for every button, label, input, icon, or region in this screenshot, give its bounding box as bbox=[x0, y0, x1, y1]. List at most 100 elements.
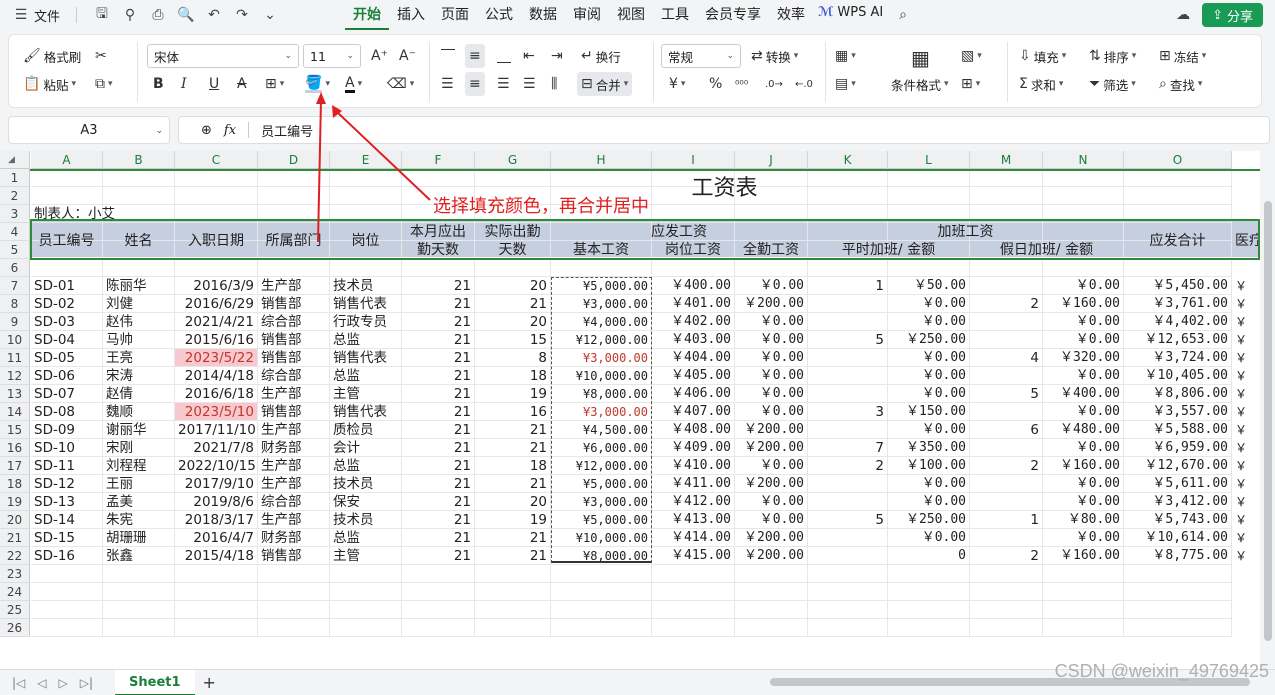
row-header[interactable]: 3 bbox=[0, 205, 30, 223]
row-header[interactable]: 11 bbox=[0, 349, 30, 367]
underline-button[interactable]: U bbox=[209, 72, 219, 96]
row-header[interactable]: 23 bbox=[0, 565, 30, 583]
paste-button[interactable]: 📋 粘贴 ▾ bbox=[23, 72, 76, 96]
undo-icon[interactable]: ↶ bbox=[205, 6, 223, 24]
grid-cell[interactable] bbox=[1124, 259, 1232, 277]
grid-cell[interactable] bbox=[475, 601, 551, 619]
row-header[interactable]: 12 bbox=[0, 367, 30, 385]
column-header[interactable]: K bbox=[808, 151, 888, 169]
decrease-decimal-button[interactable]: ←.0 bbox=[795, 72, 813, 96]
grid-cell[interactable] bbox=[1043, 565, 1124, 583]
grid-cell[interactable] bbox=[258, 259, 330, 277]
grid-cell[interactable] bbox=[1043, 259, 1124, 277]
next-sheet-icon[interactable]: ▷ bbox=[59, 676, 68, 690]
grid-cell[interactable] bbox=[888, 583, 970, 601]
row-header[interactable]: 13 bbox=[0, 385, 30, 403]
print-preview-icon[interactable]: 🔍 bbox=[177, 6, 195, 24]
row-header[interactable]: 18 bbox=[0, 475, 30, 493]
grid-cell[interactable] bbox=[888, 259, 970, 277]
column-header[interactable]: A bbox=[31, 151, 103, 169]
more-chevron-icon[interactable]: ⌄ bbox=[261, 6, 279, 24]
row-header[interactable]: 22 bbox=[0, 547, 30, 565]
column-header[interactable]: G bbox=[475, 151, 551, 169]
row-header[interactable]: 9 bbox=[0, 313, 30, 331]
file-menu[interactable]: ☰ 文件 bbox=[12, 6, 60, 25]
grid-cell[interactable] bbox=[258, 583, 330, 601]
grid-cell[interactable] bbox=[258, 619, 330, 637]
tab-0[interactable]: 开始 bbox=[345, 0, 389, 30]
fill-button[interactable]: ⇩ 填充 ▾ bbox=[1019, 44, 1066, 68]
grid-cell[interactable] bbox=[475, 583, 551, 601]
grid-cell[interactable] bbox=[1124, 583, 1232, 601]
grid-cell[interactable] bbox=[330, 565, 402, 583]
row-header[interactable]: 5 bbox=[0, 241, 30, 259]
grid-cell[interactable] bbox=[330, 601, 402, 619]
cloud-upload-icon[interactable]: ☁ bbox=[1174, 6, 1192, 24]
column-header[interactable]: I bbox=[652, 151, 735, 169]
column-header[interactable]: M bbox=[970, 151, 1043, 169]
grid-cell[interactable] bbox=[1043, 583, 1124, 601]
grid-cell[interactable] bbox=[175, 619, 258, 637]
increase-decimal-button[interactable]: .0→ bbox=[765, 72, 783, 96]
grid-cell[interactable] bbox=[970, 583, 1043, 601]
tab-4[interactable]: 数据 bbox=[521, 0, 565, 30]
grid-cell[interactable] bbox=[888, 619, 970, 637]
thousands-button[interactable]: ⁰⁰⁰ bbox=[735, 72, 748, 96]
search-icon[interactable]: ⌕ bbox=[894, 6, 912, 24]
redo-icon[interactable]: ↷ bbox=[233, 6, 251, 24]
grid-cell[interactable] bbox=[402, 259, 475, 277]
grid-cell[interactable] bbox=[551, 583, 652, 601]
grid-cell[interactable] bbox=[652, 583, 735, 601]
grid-cell[interactable] bbox=[970, 601, 1043, 619]
fill-color-button[interactable]: 🪣 ▾ bbox=[305, 72, 330, 96]
align-bottom-button[interactable]: ⎽ bbox=[497, 44, 511, 68]
vertical-scrollbar[interactable] bbox=[1261, 151, 1275, 669]
row-header[interactable]: 4 bbox=[0, 223, 30, 241]
distributed-button[interactable]: ⫼ bbox=[551, 72, 557, 96]
grid-cell[interactable] bbox=[735, 619, 808, 637]
align-right-button[interactable]: ☰ bbox=[497, 72, 510, 96]
border-button[interactable]: ⊞ ▾ bbox=[265, 72, 284, 96]
grid-cell[interactable] bbox=[970, 259, 1043, 277]
column-header[interactable]: O bbox=[1124, 151, 1232, 169]
column-header[interactable]: E bbox=[330, 151, 402, 169]
freeze-button[interactable]: ⊞ 冻结 ▾ bbox=[1159, 44, 1206, 68]
select-all-corner[interactable]: ◢ bbox=[0, 151, 30, 169]
first-sheet-icon[interactable]: |◁ bbox=[12, 676, 25, 690]
row-header[interactable]: 20 bbox=[0, 511, 30, 529]
grid-cell[interactable] bbox=[31, 601, 103, 619]
grid-cell[interactable] bbox=[735, 601, 808, 619]
italic-button[interactable]: I bbox=[181, 72, 187, 96]
grid-cell[interactable] bbox=[652, 601, 735, 619]
row-header[interactable]: 16 bbox=[0, 439, 30, 457]
grid-cell[interactable] bbox=[402, 583, 475, 601]
row-header[interactable]: 26 bbox=[0, 619, 30, 637]
grid-cell[interactable] bbox=[175, 601, 258, 619]
grid-cell[interactable] bbox=[258, 601, 330, 619]
tab-2[interactable]: 页面 bbox=[433, 0, 477, 30]
row-header[interactable]: 21 bbox=[0, 529, 30, 547]
grid-cell[interactable] bbox=[551, 619, 652, 637]
grid-cell[interactable] bbox=[735, 583, 808, 601]
column-header[interactable]: N bbox=[1043, 151, 1124, 169]
grid-cell[interactable] bbox=[551, 565, 652, 583]
row-header[interactable]: 8 bbox=[0, 295, 30, 313]
grid-cell[interactable] bbox=[402, 601, 475, 619]
row-header[interactable]: 15 bbox=[0, 421, 30, 439]
currency-button[interactable]: ¥ ▾ bbox=[669, 72, 685, 96]
grid-cell[interactable] bbox=[103, 583, 175, 601]
grid-cell[interactable] bbox=[1124, 619, 1232, 637]
fx-icon[interactable]: fx bbox=[224, 123, 236, 138]
grid-cell[interactable] bbox=[1043, 619, 1124, 637]
cell-style-button[interactable]: ▦ ▾ bbox=[835, 44, 856, 68]
table-style-button[interactable]: ▤ ▾ bbox=[835, 72, 856, 96]
row-header[interactable]: 1 bbox=[0, 169, 30, 187]
tab-8[interactable]: 会员专享 bbox=[697, 0, 769, 30]
print-icon[interactable]: ⎙ bbox=[149, 6, 167, 24]
copy-button[interactable]: ⧉ ▾ bbox=[95, 72, 113, 96]
filter-button[interactable]: ⏷ 筛选 ▾ bbox=[1089, 72, 1136, 96]
sum-button[interactable]: Σ 求和 ▾ bbox=[1019, 72, 1063, 96]
grid-cell[interactable] bbox=[475, 565, 551, 583]
grid-cell[interactable] bbox=[1124, 601, 1232, 619]
grid-cell[interactable] bbox=[808, 619, 888, 637]
